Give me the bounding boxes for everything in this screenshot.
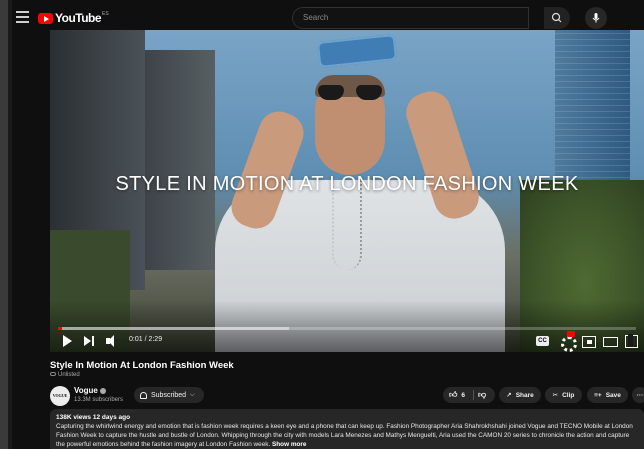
volume-icon[interactable] — [106, 335, 120, 347]
description-text: Capturing the whirlwind energy and emoti… — [56, 423, 633, 448]
left-rail — [0, 0, 8, 449]
subscriber-count: 13.3M subscribers — [74, 397, 124, 403]
play-icon[interactable] — [62, 335, 74, 347]
unlisted-icon — [50, 372, 56, 377]
like-button[interactable]: 👍︎ 6 👎︎ — [443, 387, 495, 403]
channel-name[interactable]: Vogue — [74, 386, 106, 395]
progress-buffered — [58, 327, 290, 330]
youtube-play-icon — [38, 12, 53, 24]
share-button[interactable]: ↗ Share — [499, 387, 541, 403]
search-input[interactable]: Search — [292, 7, 529, 29]
avatar[interactable]: VOGUE — [50, 386, 70, 406]
video-headline: STYLE IN MOTION AT LONDON FASHION WEEK — [115, 173, 579, 195]
miniplayer-icon[interactable] — [582, 335, 596, 348]
logo-region: ES — [102, 11, 109, 17]
chevron-down-icon: ⌵ — [190, 391, 195, 398]
description-box[interactable]: 138K views 12 days ago Capturing the whi… — [50, 409, 644, 449]
clip-button[interactable]: ✂ Clip — [545, 387, 582, 403]
thumbs-up-icon: 👍︎ — [449, 390, 458, 399]
logo-text: YouTube — [55, 11, 102, 25]
thumbs-down-icon[interactable]: 👎︎ — [478, 390, 486, 400]
bell-icon — [140, 391, 147, 399]
show-more-link[interactable]: Show more — [272, 441, 306, 448]
progress-played — [58, 327, 63, 330]
share-icon: ↗ — [506, 392, 512, 399]
hd-badge — [567, 331, 575, 337]
next-icon[interactable] — [84, 335, 96, 347]
save-button[interactable]: ≡+ Save — [587, 387, 628, 403]
progress-bar[interactable] — [58, 327, 636, 330]
subscribed-button[interactable]: Subscribed ⌵ — [134, 387, 204, 403]
fullscreen-icon[interactable] — [625, 334, 638, 348]
youtube-logo[interactable]: YouTube ES — [38, 10, 109, 26]
left-rail-edge — [8, 0, 12, 449]
visibility-label: Unlisted — [50, 372, 80, 378]
view-count-date: 138K views 12 days ago — [56, 414, 131, 421]
video-title: Style In Motion At London Fashion Week — [50, 360, 234, 371]
video-player[interactable]: STYLE IN MOTION AT LONDON FASHION WEEK 0… — [50, 30, 644, 352]
theater-mode-icon[interactable] — [603, 335, 618, 347]
captions-icon[interactable] — [536, 335, 550, 347]
microphone-icon — [592, 13, 600, 23]
playlist-add-icon: ≡+ — [594, 391, 602, 399]
search-icon — [551, 12, 562, 23]
more-button[interactable]: ··· — [632, 387, 644, 403]
hamburger-menu-icon[interactable] — [16, 11, 29, 23]
voice-search-button[interactable] — [585, 7, 607, 29]
scissors-icon: ✂ — [552, 392, 559, 399]
time-display: 0:01 / 2:29 — [129, 336, 163, 343]
like-count: 6 — [461, 391, 465, 399]
search-button[interactable] — [544, 7, 570, 29]
verified-icon — [99, 387, 106, 394]
